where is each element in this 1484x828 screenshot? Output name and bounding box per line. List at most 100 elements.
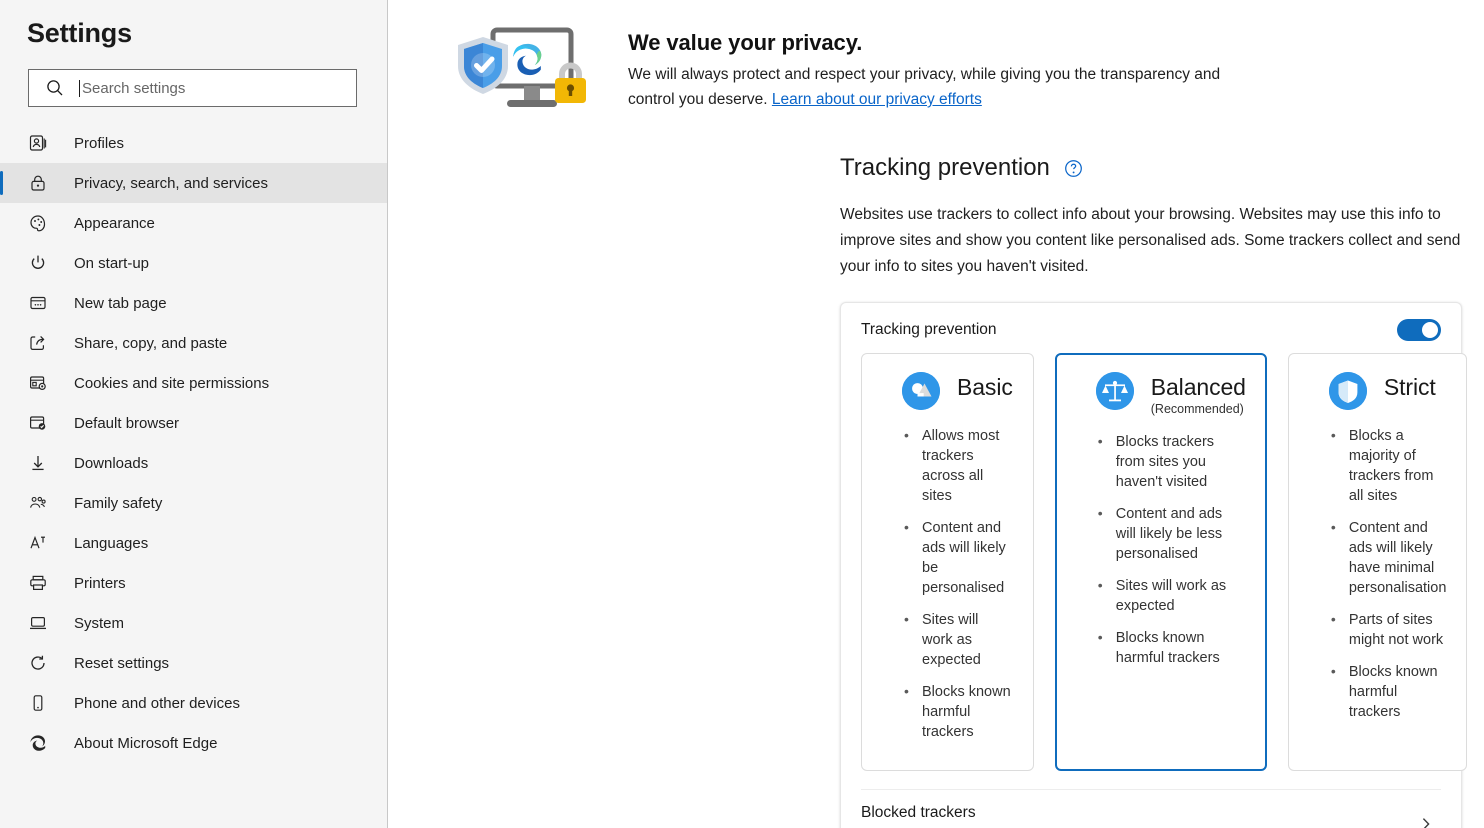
level-bullet: Blocks known harmful trackers <box>882 681 1013 742</box>
level-bullet: Sites will work as expected <box>882 609 1013 670</box>
tracking-level-options: Basic Allows most trackers across all si… <box>861 347 1468 789</box>
level-bullet: Content and ads will likely have minimal… <box>1309 517 1447 598</box>
cookies-icon <box>29 376 46 390</box>
level-bullet: Content and ads will likely be less pers… <box>1076 503 1246 564</box>
settings-page: Settings Search settings Profiles Privac… <box>0 0 1484 828</box>
level-bullet: Allows most trackers across all sites <box>882 425 1013 506</box>
sidebar-item-family-safety[interactable]: Family safety <box>0 483 387 523</box>
sidebar-item-label: Phone and other devices <box>74 694 240 712</box>
tracking-prevention-card: Tracking prevention Basic • Allows most … <box>840 302 1468 828</box>
reset-icon <box>31 655 45 670</box>
palette-icon <box>30 215 46 232</box>
sidebar-item-appearance[interactable]: Appearance <box>0 203 387 243</box>
privacy-efforts-link[interactable]: Learn about our privacy efforts <box>772 91 982 108</box>
sidebar-item-label: Family safety <box>74 494 163 512</box>
row-title: Blocked trackers <box>861 804 976 821</box>
system-icon <box>30 616 46 630</box>
level-bullet: Content and ads will likely be personali… <box>882 517 1013 598</box>
level-header: Basic <box>882 372 1013 410</box>
level-name: Balanced <box>1150 374 1246 400</box>
level-bullets: Allows most trackers across all sites Co… <box>882 425 1013 742</box>
edge-logo-icon <box>30 735 46 751</box>
level-titles: Strict <box>1384 372 1436 402</box>
tracking-prevention-description: Websites use trackers to collect info ab… <box>840 206 1461 275</box>
level-bullets: Blocks trackers from sites you haven't v… <box>1076 431 1246 668</box>
level-bullet: Blocks known harmful trackers <box>1076 627 1246 668</box>
sidebar-item-label: Cookies and site permissions <box>74 374 270 392</box>
level-name: Basic <box>957 374 1013 400</box>
sidebar-item-profiles[interactable]: Profiles <box>0 123 387 163</box>
family-icon <box>30 496 46 508</box>
sidebar-item-share-copy-and-paste[interactable]: Share, copy, and paste <box>0 323 387 363</box>
download-icon <box>32 456 44 471</box>
level-titles: Balanced (Recommended) <box>1151 372 1246 416</box>
page-title: Settings <box>27 18 132 48</box>
profiles-icon <box>29 135 47 151</box>
search-caret <box>79 79 80 97</box>
share-icon <box>30 335 45 350</box>
languages-icon <box>30 535 45 549</box>
chevron-right-icon <box>1422 817 1430 828</box>
sidebar-item-label: Appearance <box>74 214 155 232</box>
shield-icon <box>1328 372 1367 410</box>
sidebar-item-label: Printers <box>74 574 126 592</box>
search-input[interactable]: Search settings <box>28 69 357 107</box>
sidebar-item-label: Languages <box>74 534 149 552</box>
privacy-banner: We value your privacy. We will always pr… <box>388 0 1484 126</box>
sidebar-item-label: New tab page <box>74 294 167 312</box>
tracking-prevention-toggle-label: Tracking prevention <box>861 321 997 338</box>
sidebar-item-cookies-and-site-permissions[interactable]: Cookies and site permissions <box>0 363 387 403</box>
sidebar-item-phone-and-other-devices[interactable]: Phone and other devices <box>0 683 387 723</box>
sidebar-item-about-microsoft-edge[interactable]: About Microsoft Edge <box>0 723 387 763</box>
level-bullet: Blocks trackers from sites you haven't v… <box>1076 431 1246 492</box>
privacy-banner-text: We value your privacy. We will always pr… <box>628 14 1268 112</box>
tracking-prevention-toggle[interactable] <box>1397 319 1441 341</box>
privacy-monitor-shield-lock-illustration <box>458 27 586 107</box>
sidebar: Settings Search settings Profiles Privac… <box>0 0 388 828</box>
sidebar-item-label: Profiles <box>74 134 125 152</box>
sidebar-nav: Profiles Privacy, search, and services A… <box>0 123 387 763</box>
sidebar-item-label: About Microsoft Edge <box>74 734 218 752</box>
level-bullet: Blocks a majority of trackers from all s… <box>1309 425 1447 506</box>
level-bullet: Sites will work as expected <box>1076 575 1246 616</box>
section-title: Tracking prevention <box>840 154 1050 181</box>
sidebar-item-label: Downloads <box>74 454 149 472</box>
sidebar-item-label: System <box>74 614 125 632</box>
sidebar-item-label: On start-up <box>74 254 150 272</box>
sidebar-item-default-browser[interactable]: Default browser <box>0 403 387 443</box>
power-icon <box>31 255 45 269</box>
level-bullets: Blocks a majority of trackers from all s… <box>1309 425 1447 722</box>
sidebar-item-new-tab-page[interactable]: New tab page <box>0 283 387 323</box>
tracking-level-strict[interactable]: Strict Blocks a majority of trackers fro… <box>1287 353 1468 771</box>
blocked-trackers-row[interactable]: Blocked trackers View the sites that we'… <box>861 789 1441 828</box>
phone-icon <box>33 695 43 711</box>
lock-icon <box>31 175 45 191</box>
sidebar-item-printers[interactable]: Printers <box>0 563 387 603</box>
sidebar-item-on-start-up[interactable]: On start-up <box>0 243 387 283</box>
sidebar-item-label: Default browser <box>74 414 180 432</box>
level-titles: Basic <box>957 372 1013 402</box>
sidebar-item-label: Reset settings <box>74 654 170 672</box>
shapes-circle-triangle-icon <box>902 372 940 410</box>
level-bullet: Blocks known harmful trackers <box>1309 661 1447 722</box>
sidebar-item-languages[interactable]: Languages <box>0 523 387 563</box>
toggle-knob <box>1422 322 1438 338</box>
search-icon <box>47 80 63 96</box>
sidebar-item-system[interactable]: System <box>0 603 387 643</box>
level-name: Strict <box>1383 374 1436 400</box>
row-text: Blocked trackers View the sites that we'… <box>861 804 1166 828</box>
privacy-banner-title: We value your privacy. <box>628 30 863 55</box>
tracking-level-balanced[interactable]: Balanced (Recommended) Blocks trackers f… <box>1054 353 1267 771</box>
sidebar-item-privacy-search-and-services[interactable]: Privacy, search, and services <box>0 163 387 203</box>
printer-icon <box>30 575 46 591</box>
sidebar-item-label: Share, copy, and paste <box>74 334 228 352</box>
tracking-prevention-heading: Tracking prevention <box>840 154 1484 182</box>
level-subtitle: (Recommended) <box>1150 402 1244 416</box>
help-circle-icon[interactable] <box>1064 159 1083 178</box>
sidebar-item-reset-settings[interactable]: Reset settings <box>0 643 387 683</box>
level-bullet: Parts of sites might not work <box>1309 609 1447 650</box>
tracking-level-basic[interactable]: Basic Allows most trackers across all si… <box>861 353 1034 771</box>
new-tab-icon <box>30 296 46 310</box>
sidebar-item-downloads[interactable]: Downloads <box>0 443 387 483</box>
level-header: Balanced (Recommended) <box>1076 372 1246 416</box>
